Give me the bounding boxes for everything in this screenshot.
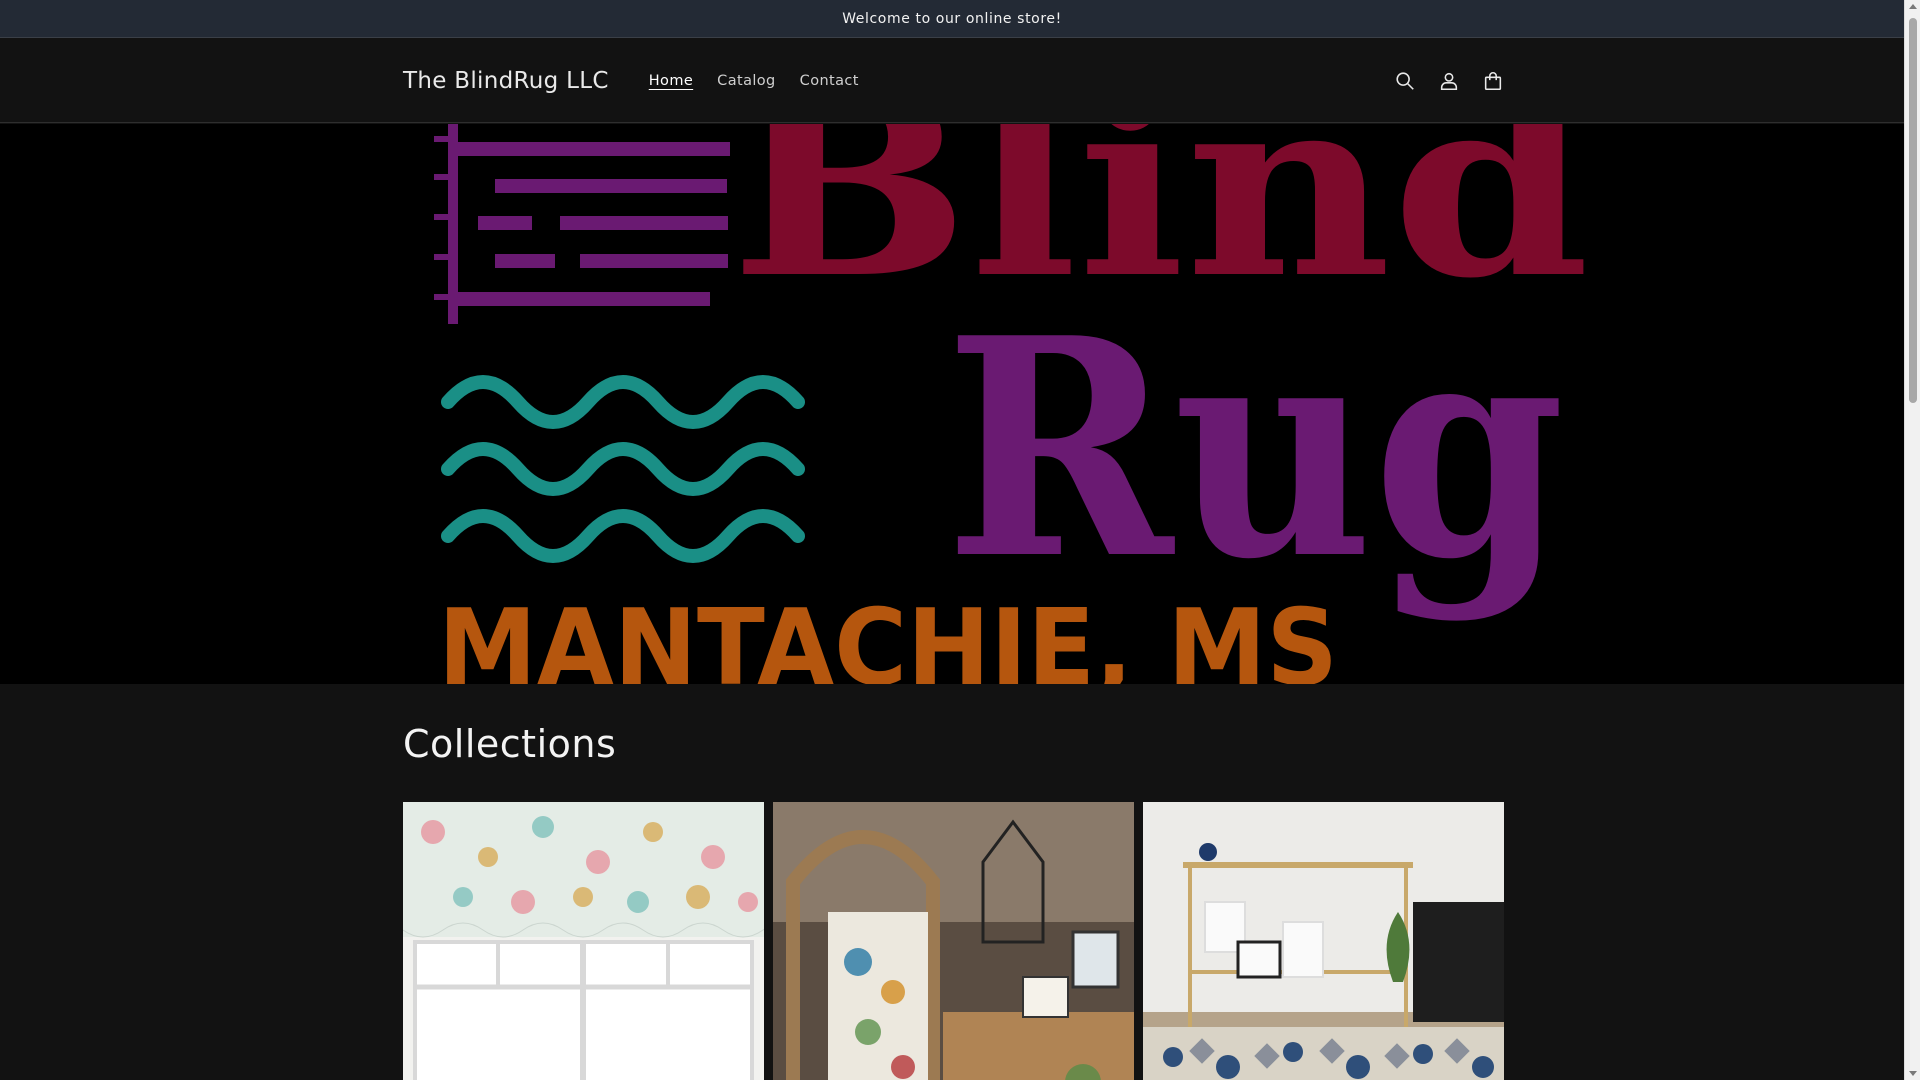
collection-card-valances[interactable] <box>403 802 764 1080</box>
account-button[interactable] <box>1431 63 1467 99</box>
collections-heading: Collections <box>403 722 617 766</box>
collection-card-decor[interactable] <box>773 802 1134 1080</box>
account-icon <box>1440 72 1458 91</box>
hero-logo-location: MANTACHIE, MS <box>438 587 1338 684</box>
cart-icon <box>1484 72 1502 91</box>
site-header: The BlindRug LLC Home Catalog Contact <box>0 39 1904 123</box>
nav-home[interactable]: Home <box>637 67 705 95</box>
scrollbar-thumb[interactable] <box>1909 18 1917 403</box>
announcement-text: Welcome to our online store! <box>842 10 1062 27</box>
blinds-icon <box>434 124 730 324</box>
main-nav: Home Catalog Contact <box>637 67 871 95</box>
scroll-up-arrow-icon[interactable] <box>1909 4 1917 9</box>
announcement-bar: Welcome to our online store! <box>0 0 1904 38</box>
scroll-down-arrow-icon[interactable] <box>1909 1071 1917 1076</box>
collection-image-decor <box>773 802 1134 1080</box>
search-icon <box>1396 72 1414 90</box>
collections-section: Collections <box>0 684 1904 1080</box>
collection-image-rugs <box>1143 802 1504 1080</box>
collection-image-valances <box>403 802 764 1080</box>
nav-catalog[interactable]: Catalog <box>705 67 788 95</box>
search-button[interactable] <box>1387 63 1423 99</box>
hero-logo-rug: Rug <box>945 272 1565 625</box>
cart-button[interactable] <box>1475 63 1511 99</box>
page-scrollbar[interactable] <box>1904 0 1920 1080</box>
header-icons <box>1387 63 1511 99</box>
brand-logo-link[interactable]: The BlindRug LLC <box>403 68 609 94</box>
nav-contact[interactable]: Contact <box>788 67 871 95</box>
hero-banner: Blind Rug MANTACHIE, MS <box>0 124 1904 684</box>
waves-icon <box>441 375 805 563</box>
hero-logo-graphic: Blind Rug MANTACHIE, MS <box>434 124 1590 684</box>
collections-grid <box>403 802 1504 1080</box>
collection-card-rugs[interactable] <box>1143 802 1504 1080</box>
